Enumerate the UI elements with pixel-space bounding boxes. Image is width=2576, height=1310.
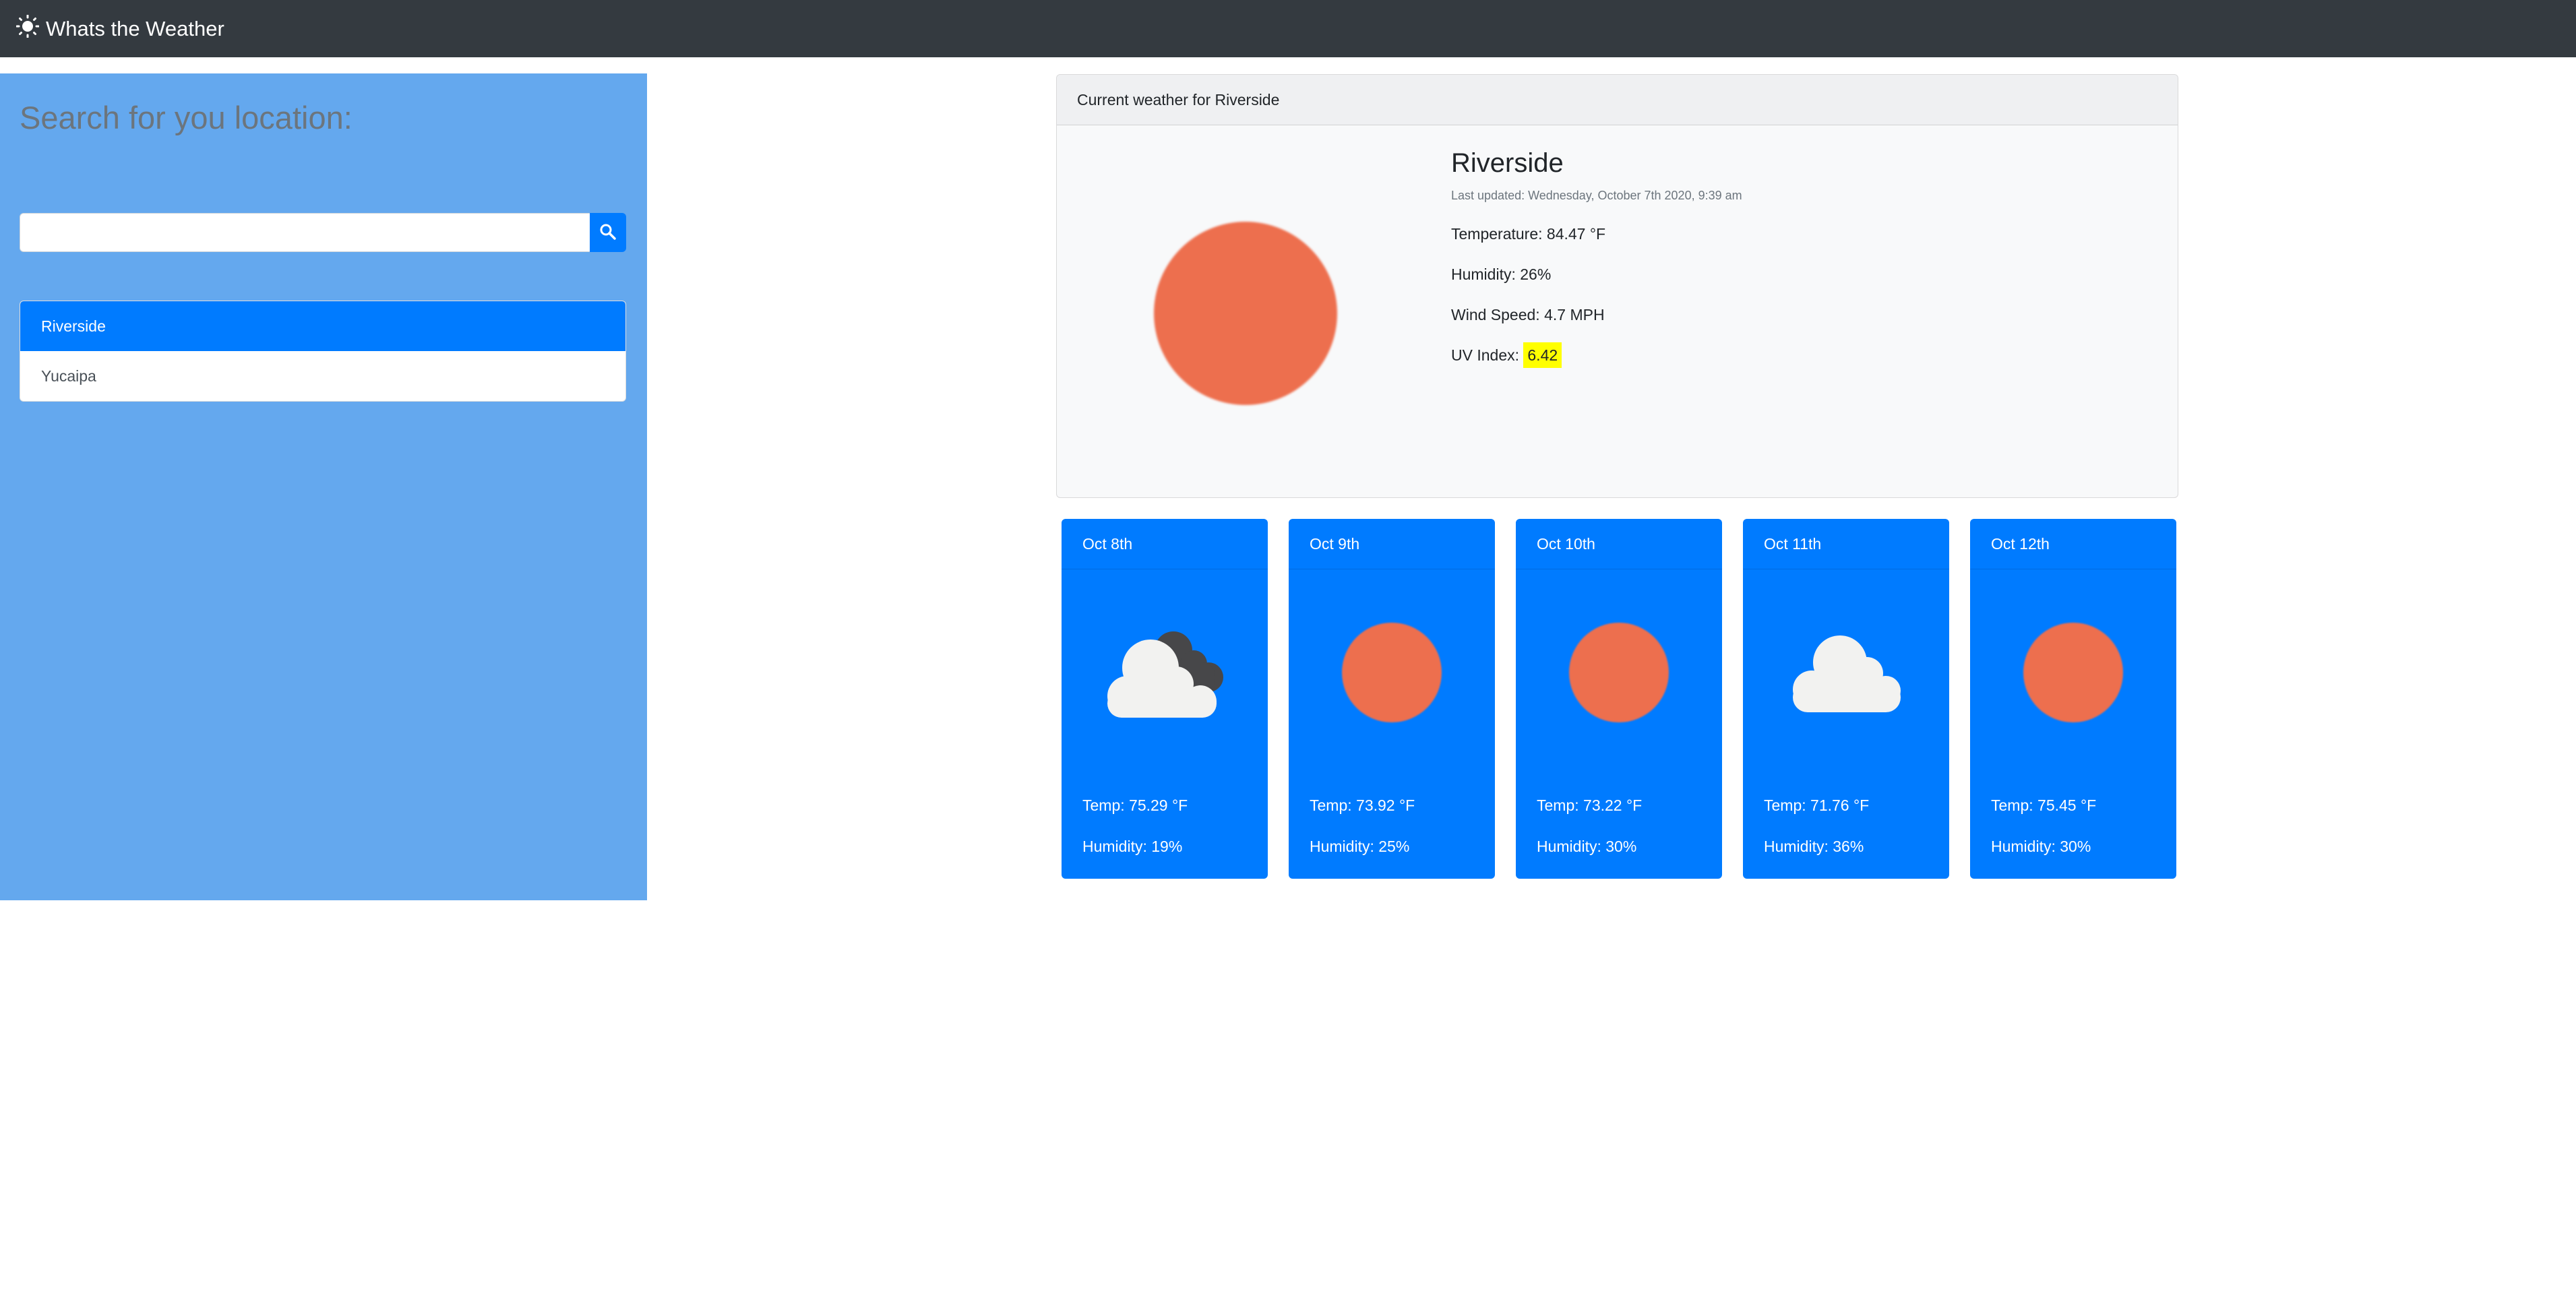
- forecast-card: Oct 12th Temp: 75.45 °F Humidity: 30%: [1970, 519, 2176, 879]
- forecast-humidity: Humidity: 36%: [1764, 838, 1864, 855]
- sidebar: Search for you location: Riverside Yucai…: [0, 73, 647, 900]
- humidity: Humidity: 26%: [1451, 266, 1552, 283]
- search-form: [20, 213, 626, 252]
- forecast-date: Oct 10th: [1516, 519, 1722, 569]
- search-heading: Search for you location:: [20, 100, 352, 135]
- current-weather-info: Riverside Last updated: Wednesday, Octob…: [1451, 146, 1742, 368]
- forecast-temp: Temp: 75.29 °F: [1082, 797, 1188, 814]
- history-item-label: Yucaipa: [41, 367, 96, 385]
- uv-label: UV Index:: [1451, 346, 1519, 364]
- forecast-row: Oct 8th Temp: 75.29 °F Humidity: 19% Oct…: [1062, 519, 2176, 879]
- uv-badge: 6.42: [1523, 342, 1562, 368]
- current-weather-card: Current weather for Riverside Riverside …: [1056, 74, 2178, 498]
- search-input[interactable]: [20, 213, 590, 252]
- forecast-temp: Temp: 75.45 °F: [1991, 797, 2097, 814]
- forecast-temp: Temp: 73.92 °F: [1310, 797, 1415, 814]
- sun-icon: [16, 14, 46, 43]
- forecast-card: Oct 8th Temp: 75.29 °F Humidity: 19%: [1062, 519, 1268, 879]
- search-button[interactable]: [590, 213, 626, 252]
- sun-icon: [1154, 222, 1337, 405]
- history-item-label: Riverside: [41, 317, 106, 335]
- brand-title: Whats the Weather: [46, 16, 224, 40]
- sun-icon: [1569, 622, 1669, 722]
- sun-icon: [2023, 622, 2123, 722]
- history-item-riverside[interactable]: Riverside: [20, 301, 625, 351]
- current-weather-header: Current weather for Riverside: [1057, 75, 2178, 125]
- city-name: Riverside: [1451, 148, 1564, 178]
- sun-icon: [1342, 622, 1442, 722]
- forecast-temp: Temp: 71.76 °F: [1764, 797, 1870, 814]
- history-item-yucaipa[interactable]: Yucaipa: [20, 351, 625, 401]
- temperature: Temperature: 84.47 °F: [1451, 225, 1606, 243]
- cloud-icon: [1743, 613, 1949, 731]
- forecast-date: Oct 11th: [1743, 519, 1949, 569]
- search-history-list: Riverside Yucaipa: [20, 301, 626, 402]
- forecast-date: Oct 12th: [1970, 519, 2176, 569]
- forecast-humidity: Humidity: 30%: [1991, 838, 2091, 855]
- uv-index: UV Index: 6.42: [1451, 342, 1742, 368]
- forecast-humidity: Humidity: 30%: [1537, 838, 1637, 855]
- broken-clouds-icon: [1062, 613, 1268, 731]
- forecast-temp: Temp: 73.22 °F: [1537, 797, 1643, 814]
- search-icon: [599, 223, 617, 243]
- forecast-humidity: Humidity: 25%: [1310, 838, 1410, 855]
- forecast-humidity: Humidity: 19%: [1082, 838, 1183, 855]
- forecast-card: Oct 9th Temp: 73.92 °F Humidity: 25%: [1289, 519, 1495, 879]
- last-updated: Last updated: Wednesday, October 7th 202…: [1451, 189, 1742, 202]
- navbar: Whats the Weather: [0, 0, 2576, 57]
- brand-link[interactable]: Whats the Weather: [16, 14, 224, 43]
- forecast-date: Oct 8th: [1062, 519, 1268, 569]
- wind-speed: Wind Speed: 4.7 MPH: [1451, 306, 1605, 323]
- forecast-card: Oct 11th Temp: 71.76 °F Humidity: 36%: [1743, 519, 1949, 879]
- forecast-date: Oct 9th: [1289, 519, 1495, 569]
- forecast-card: Oct 10th Temp: 73.22 °F Humidity: 30%: [1516, 519, 1722, 879]
